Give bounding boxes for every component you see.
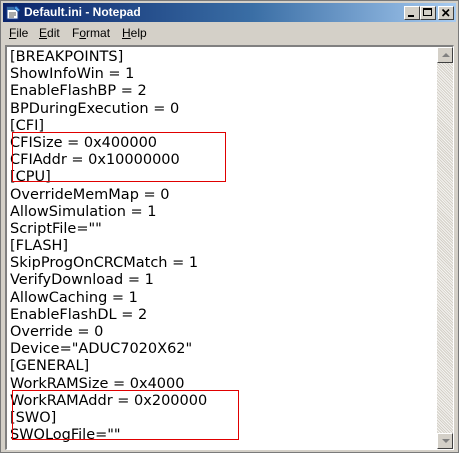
maximize-button[interactable] <box>420 6 436 20</box>
text-line: SkipProgOnCRCMatch = 1 <box>10 255 199 272</box>
text-line: ScriptFile="" <box>10 220 102 237</box>
text-line: ShowInfoWin = 1 <box>10 66 135 83</box>
scroll-up-button[interactable] <box>437 47 453 63</box>
menu-edit[interactable]: Edit <box>39 26 60 40</box>
menu-format[interactable]: Format <box>72 26 110 40</box>
highlight-cfi-section <box>12 132 226 182</box>
text-line: [BREAKPOINTS] <box>10 49 124 65</box>
text-line: [FLASH] <box>10 238 69 255</box>
text-line: AllowCaching = 1 <box>10 289 138 306</box>
notepad-window: Default.ini - Notepad File Edit Format H… <box>0 0 459 453</box>
text-line: BPDuringExecution = 0 <box>10 100 180 117</box>
text-line: EnableFlashDL = 2 <box>10 306 148 323</box>
text-line: EnableFlashBP = 2 <box>10 83 147 100</box>
arrow-down-icon <box>442 439 450 443</box>
editor-text: [BREAKPOINTS] ShowInfoWin = 1 EnableFlashB… <box>10 49 207 444</box>
close-button[interactable] <box>438 6 454 20</box>
highlight-general-section <box>12 390 239 440</box>
text-editor[interactable]: [BREAKPOINTS] ShowInfoWin = 1 EnableFlashB… <box>5 45 454 450</box>
text-line: OverrideMemMap = 0 <box>10 186 170 203</box>
minimize-button[interactable] <box>404 6 420 20</box>
maximize-icon <box>423 8 432 16</box>
arrow-up-icon <box>442 53 450 57</box>
text-line: VerifyDownload = 1 <box>10 272 154 289</box>
text-line: Device="ADUC7020X62" <box>10 341 193 358</box>
vertical-scrollbar[interactable] <box>437 47 453 449</box>
title-bar[interactable]: Default.ini - Notepad <box>3 3 456 22</box>
scroll-down-button[interactable] <box>437 433 453 449</box>
menu-bar: File Edit Format Help <box>3 23 456 42</box>
notepad-icon <box>6 5 21 20</box>
window-title: Default.ini - Notepad <box>24 5 141 19</box>
close-icon <box>441 8 450 17</box>
text-line: [GENERAL] <box>10 358 90 375</box>
menu-help[interactable]: Help <box>122 26 147 40</box>
text-line: AllowSimulation = 1 <box>10 203 157 220</box>
minimize-icon <box>408 15 414 17</box>
text-line: Override = 0 <box>10 324 104 340</box>
menu-file[interactable]: File <box>9 26 28 40</box>
